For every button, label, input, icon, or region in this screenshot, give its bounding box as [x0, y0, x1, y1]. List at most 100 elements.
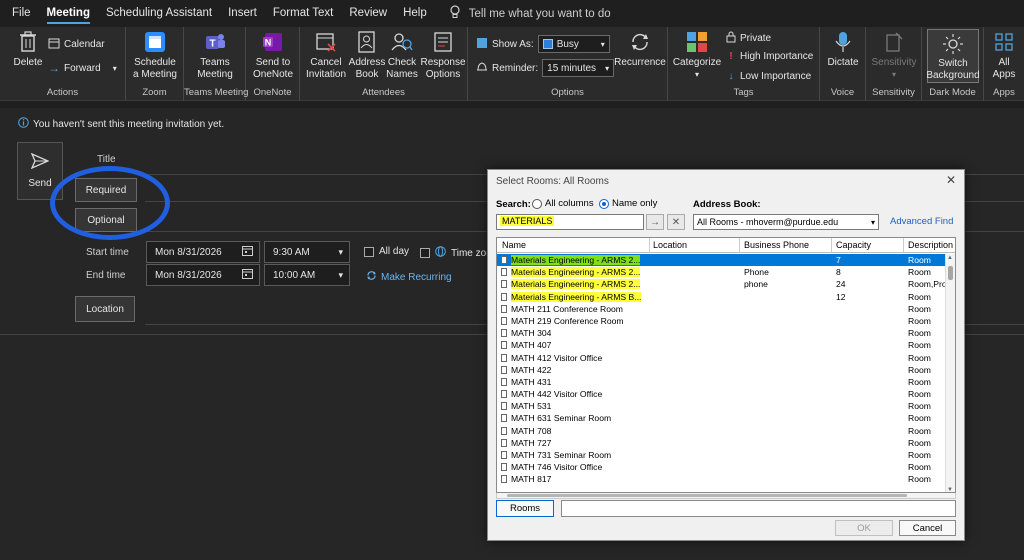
scroll-thumb[interactable] [948, 266, 953, 280]
table-row[interactable]: Materials Engineering - ARMS B... 12 Room [497, 291, 945, 303]
table-row[interactable]: Materials Engineering - ARMS 2... phone 24… [497, 278, 945, 290]
table-row[interactable]: MATH 708 Room [497, 425, 945, 437]
scroll-up-icon[interactable]: ▲ [947, 255, 953, 261]
teams-meeting-button[interactable]: T Teams Meeting [190, 27, 240, 81]
name-only-radio[interactable]: Name only [599, 198, 657, 209]
table-row[interactable]: MATH 219 Conference Room Room [497, 315, 945, 327]
rooms-button[interactable]: Rooms [496, 500, 554, 517]
table-row[interactable]: MATH 412 Visitor Office Room [497, 352, 945, 364]
show-as-icon [476, 37, 488, 52]
switch-line1: Switch [938, 58, 968, 69]
search-input[interactable]: MATERIALS [496, 214, 644, 230]
cell-name: Materials Engineering - ARMS B... [511, 291, 642, 302]
advanced-find-link[interactable]: Advanced Find [890, 216, 953, 227]
low-importance-button[interactable]: ↓ Low Importance [726, 71, 812, 82]
list-scrollbar[interactable]: ▲ ▼ [945, 254, 955, 492]
end-date-picker[interactable]: Mon 8/31/2026 [146, 264, 260, 286]
forward-button[interactable]: → Forward ▾ [48, 61, 117, 75]
delete-button[interactable]: Delete [10, 27, 46, 69]
cancel-invitation-button[interactable]: Cancel Invitation [303, 27, 349, 81]
table-row[interactable]: Materials Engineering - ARMS 2... Phone 8 R… [497, 266, 945, 278]
table-row[interactable]: MATH 746 Visitor Office Room [497, 461, 945, 473]
tab-meeting[interactable]: Meeting [39, 0, 98, 27]
horizontal-scrollbar[interactable] [496, 493, 956, 499]
make-recurring-link[interactable]: Make Recurring [366, 270, 452, 284]
schedule-zoom-button[interactable]: Schedule a Meeting [130, 27, 180, 81]
col-location[interactable]: Location [653, 240, 687, 250]
cell-name: MATH 442 Visitor Office [511, 389, 603, 400]
chevron-down-icon: ▾ [694, 70, 699, 79]
ok-button[interactable]: OK [835, 520, 893, 536]
private-button[interactable]: Private [726, 31, 771, 46]
table-row[interactable]: MATH 531 Room [497, 400, 945, 412]
tab-file[interactable]: File [4, 0, 39, 27]
rooms-field[interactable] [561, 500, 956, 517]
all-columns-radio[interactable]: All columns [532, 198, 594, 209]
table-row[interactable]: Materials Engineering - ARMS 2... 7 Room [497, 254, 945, 267]
high-importance-button[interactable]: ! High Importance [726, 51, 813, 62]
arrow-right-icon: → [650, 216, 660, 228]
table-row[interactable]: MATH 422 Room [497, 364, 945, 376]
end-time-dropdown[interactable]: 10:00 AM ▾ [264, 264, 350, 286]
table-row[interactable]: MATH 211 Conference Room Room [497, 303, 945, 315]
tell-me-text: Tell me what you want to do [468, 7, 611, 20]
go-arrow-button[interactable]: → [646, 214, 664, 230]
calendar-icon [48, 37, 60, 52]
tab-insert[interactable]: Insert [220, 0, 265, 27]
table-row[interactable]: MATH 407 Room [497, 339, 945, 351]
tell-me-search[interactable]: Tell me what you want to do [449, 5, 611, 22]
reminder-value: 15 minutes [547, 62, 597, 74]
clear-search-button[interactable]: ✕ [667, 214, 685, 230]
all-apps-button[interactable]: All Apps [986, 27, 1022, 81]
categorize-button[interactable]: Categorize ▾ [672, 27, 722, 81]
check-line2: Names [386, 69, 418, 80]
busy-color-icon [542, 39, 553, 49]
dictate-button[interactable]: Dictate [822, 27, 864, 69]
calendar-button[interactable]: Calendar [48, 37, 105, 52]
start-time-dropdown[interactable]: 9:30 AM ▾ [264, 241, 350, 263]
annotation-circle [50, 166, 170, 240]
teams-icon: T [203, 29, 227, 55]
send-label: Send [28, 178, 52, 189]
cancel-button[interactable]: Cancel [899, 520, 956, 536]
room-icon [501, 280, 507, 289]
cell-description: Room [908, 328, 931, 339]
table-row[interactable]: MATH 731 Seminar Room Room [497, 449, 945, 461]
table-row[interactable]: MATH 442 Visitor Office Room [497, 388, 945, 400]
recurrence-label: Recurrence [614, 57, 666, 68]
cell-name: MATH 631 Seminar Room [511, 413, 612, 424]
show-as-dropdown[interactable]: Busy ▾ [537, 35, 610, 53]
table-row[interactable]: MATH 727 Room [497, 437, 945, 449]
col-business-phone[interactable]: Business Phone [744, 240, 809, 250]
tab-review[interactable]: Review [341, 0, 395, 27]
col-name[interactable]: Name [502, 240, 526, 250]
address-book-button[interactable]: Address Book [348, 27, 386, 81]
table-row[interactable]: MATH 431 Room [497, 376, 945, 388]
send-to-onenote-button[interactable]: N Send to OneNote [248, 27, 298, 81]
horizontal-scroll-thumb[interactable] [507, 494, 907, 497]
all-day-checkbox[interactable]: All day [364, 246, 409, 257]
col-description[interactable]: Description [908, 240, 953, 250]
check-names-button[interactable]: Check Names [384, 27, 420, 81]
close-icon[interactable]: ✕ [946, 173, 956, 187]
response-options-button[interactable]: Response Options [420, 27, 466, 81]
cell-description: Room [908, 462, 931, 473]
lightbulb-icon [449, 5, 461, 22]
reminder-dropdown[interactable]: 15 minutes ▾ [542, 59, 615, 77]
location-button[interactable]: Location [75, 296, 135, 322]
table-row[interactable]: MATH 631 Seminar Room Room [497, 412, 945, 424]
tab-help[interactable]: Help [395, 0, 435, 27]
onenote-line2: OneNote [252, 69, 294, 80]
switch-background-button[interactable]: Switch Background [926, 29, 980, 83]
table-row[interactable]: MATH 304 Room [497, 327, 945, 339]
tab-format-text[interactable]: Format Text [265, 0, 342, 27]
table-row[interactable]: MATH 817 Room [497, 473, 945, 485]
col-capacity[interactable]: Capacity [836, 240, 871, 250]
sensitivity-button[interactable]: Sensitivity ▾ [868, 27, 920, 81]
start-date-picker[interactable]: Mon 8/31/2026 [146, 241, 260, 263]
tab-scheduling-assistant[interactable]: Scheduling Assistant [98, 0, 220, 27]
recurrence-button[interactable]: Recurrence [614, 27, 666, 69]
cell-capacity: 24 [836, 279, 846, 290]
address-book-dropdown[interactable]: All Rooms - mhoverm@purdue.edu ▾ [693, 214, 879, 230]
forward-label: Forward [64, 62, 101, 74]
